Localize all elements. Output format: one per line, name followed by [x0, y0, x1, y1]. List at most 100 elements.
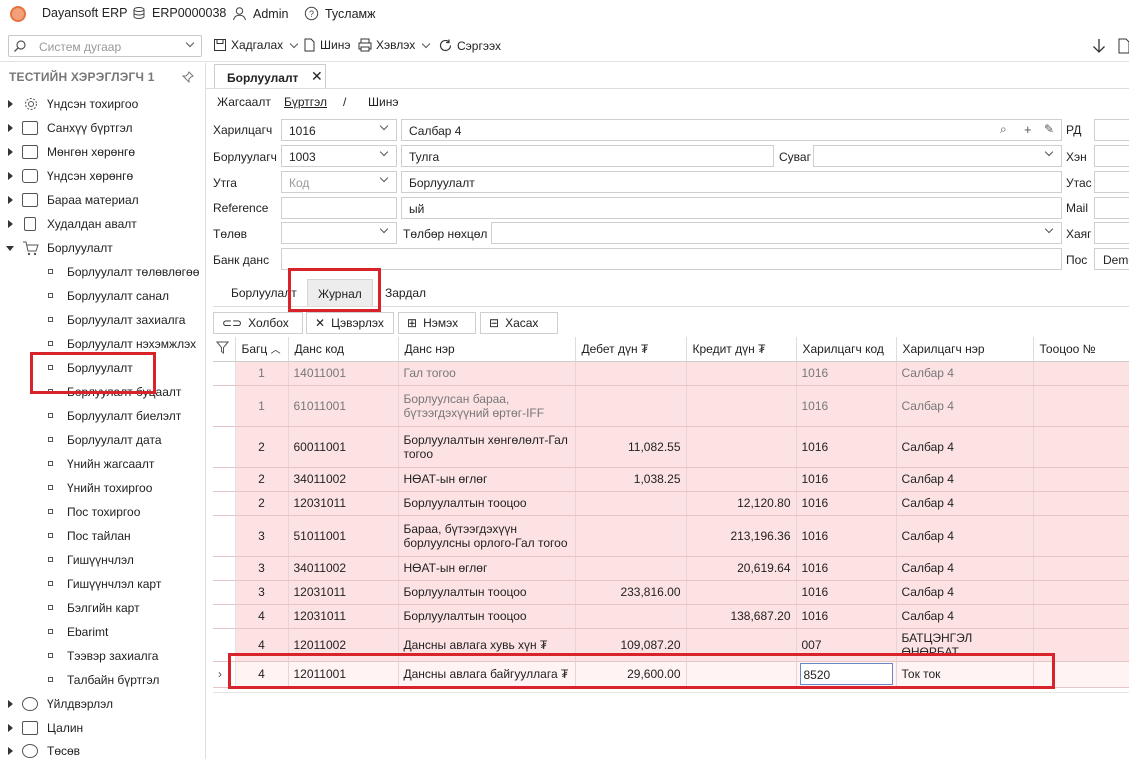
cell-customer-name[interactable]: Салбар 4 [896, 515, 1034, 557]
sidebar-subitem[interactable]: Ebarimt [0, 621, 108, 643]
table-row[interactable]: 2 34011002 НӨАТ-ын өглөг 1,038.25 1016 Салбар… [213, 467, 1129, 492]
row-indicator[interactable] [213, 467, 236, 492]
cell-account-code[interactable]: 61011001 [288, 385, 399, 427]
sidebar-subitem[interactable]: Борлуулалт төлөвлөгөө [0, 261, 199, 283]
subtab-expense[interactable]: Зардал [385, 286, 426, 300]
sidebar-subitem[interactable]: Үнийн жагсаалт [0, 453, 154, 475]
cell-customer-name[interactable]: Салбар 4 [896, 491, 1034, 516]
sidebar-subitem[interactable]: Борлуулалт дата [0, 429, 162, 451]
sidebar-subitem[interactable]: Бэлгийн карт [0, 597, 140, 619]
seller-code-select[interactable]: 1003 [281, 145, 397, 167]
cell-account-code[interactable]: 12031011 [288, 491, 399, 516]
khen-field[interactable] [1094, 145, 1129, 167]
sidebar-item-basic-settings[interactable]: Үндсэн тохиргоо [0, 93, 138, 115]
row-indicator[interactable]: › [213, 661, 236, 688]
cell-account-name[interactable]: Борлуулалтын тооцоо [398, 580, 576, 605]
cell-debit[interactable]: 233,816.00 [575, 580, 687, 605]
column-header-customer-code[interactable]: Харилцагч код [796, 337, 897, 362]
sidebar-subitem[interactable]: Талбайн бүртгэл [0, 669, 159, 691]
address-field[interactable] [1094, 222, 1129, 244]
chevron-down-icon[interactable] [421, 39, 431, 48]
table-row[interactable]: 2 60011001 Борлуулалтын хөнгөлөлт-Гал того… [213, 426, 1129, 468]
cell-account-name[interactable]: Борлуулалтын хөнгөлөлт-Гал тогоо [398, 426, 576, 468]
cell-customer-code[interactable]: 1016 [796, 604, 897, 629]
row-indicator[interactable] [213, 628, 236, 662]
sidebar-item-finance[interactable]: Санхүү бүртгэл [0, 117, 132, 139]
sidebar-item-production[interactable]: Үйлдвэрлэл [0, 693, 113, 715]
filter-cell[interactable] [213, 337, 236, 362]
sidebar-item-cash[interactable]: Мөнгөн хөрөнгө [0, 141, 135, 163]
chevron-down-icon[interactable] [289, 39, 299, 48]
row-indicator[interactable] [213, 491, 236, 516]
cell-account-name[interactable]: Дансны авлага хувь хүн ₮ [398, 628, 576, 662]
sidebar-subitem[interactable]: Борлуулалт [0, 357, 133, 379]
sidebar-subitem[interactable]: Гишүүнчлэл карт [0, 573, 161, 595]
user-menu[interactable]: Admin [232, 6, 288, 21]
cell-batch[interactable]: 1 [235, 361, 289, 386]
cell-account-name[interactable]: Дансны авлага байгууллага ₮ [398, 661, 576, 688]
breadcrumb-register[interactable]: Бүртгэл [284, 95, 327, 109]
save-button[interactable]: Хадгалах [213, 38, 299, 52]
payment-term-select[interactable] [491, 222, 1062, 244]
add-icon[interactable]: + [1024, 122, 1032, 137]
cell-settlement-no[interactable] [1033, 361, 1129, 386]
cell-batch[interactable]: 2 [235, 467, 289, 492]
sidebar-item-inventory[interactable]: Бараа материал [0, 189, 139, 211]
cell-credit[interactable] [686, 426, 797, 468]
link-button[interactable]: ⊂⊃ Холбох [213, 312, 303, 334]
cell-batch[interactable]: 4 [235, 628, 289, 662]
download-button[interactable] [1092, 38, 1106, 57]
clear-button[interactable]: ✕ Цэвэрлэх [306, 312, 394, 334]
customer-code-select[interactable]: 1016 [281, 119, 397, 141]
cell-customer-name[interactable]: Салбар 4 [896, 580, 1034, 605]
reference-code-field[interactable] [281, 197, 397, 219]
sidebar-subitem[interactable]: Пос тайлан [0, 525, 131, 547]
cell-settlement-no[interactable] [1033, 515, 1129, 557]
cell-account-code[interactable]: 12031011 [288, 580, 399, 605]
cell-credit[interactable] [686, 661, 797, 688]
sidebar-subitem[interactable]: Борлуулалт захиалга [0, 309, 185, 331]
cell-customer-code[interactable]: 1016 [796, 556, 897, 581]
cell-credit[interactable] [686, 467, 797, 492]
table-row[interactable]: 3 51011001 Бараа, бүтээгдэхүүн борлуулсны … [213, 515, 1129, 557]
cell-credit[interactable]: 138,687.20 [686, 604, 797, 629]
new-button[interactable]: Шинэ [303, 38, 350, 52]
row-indicator[interactable] [213, 385, 236, 427]
cell-settlement-no[interactable] [1033, 385, 1129, 427]
sidebar-subitem[interactable]: Борлуулалт санал [0, 285, 169, 307]
subtab-journal[interactable]: Журнал [307, 279, 373, 306]
cell-debit[interactable]: 29,600.00 [575, 661, 687, 688]
cell-customer-code[interactable]: 1016 [796, 491, 897, 516]
cell-batch[interactable]: 1 [235, 385, 289, 427]
cell-account-name[interactable]: НӨАТ-ын өглөг [398, 467, 576, 492]
column-header-account-code[interactable]: Данс код [288, 337, 399, 362]
sidebar-subitem[interactable]: Борлуулалт буцаалт [0, 381, 181, 403]
cell-account-code[interactable]: 51011001 [288, 515, 399, 557]
cell-account-code[interactable]: 34011002 [288, 467, 399, 492]
sidebar-item-payroll[interactable]: Цалин [0, 717, 83, 739]
cell-customer-code[interactable]: 1016 [796, 361, 897, 386]
row-indicator[interactable] [213, 361, 236, 386]
column-header-credit[interactable]: Кредит дүн ₮ [686, 337, 797, 362]
cell-settlement-no[interactable] [1033, 661, 1129, 688]
cell-settlement-no[interactable] [1033, 604, 1129, 629]
pos-select[interactable]: Demo [1094, 248, 1129, 270]
row-indicator[interactable] [213, 556, 236, 581]
cell-customer-name[interactable]: Салбар 4 [896, 385, 1034, 427]
refresh-button[interactable]: Сэргээх [438, 38, 501, 53]
cell-batch[interactable]: 3 [235, 580, 289, 605]
pin-icon[interactable] [181, 71, 194, 86]
cell-settlement-no[interactable] [1033, 580, 1129, 605]
row-indicator[interactable] [213, 580, 236, 605]
sidebar-subitem[interactable]: Гишүүнчлэл [0, 549, 134, 571]
row-indicator[interactable] [213, 515, 236, 557]
cell-account-name[interactable]: Борлуулсан бараа, бүтээгдэхүүний өртөг-I… [398, 385, 576, 427]
cell-batch[interactable]: 3 [235, 515, 289, 557]
print-button[interactable]: Хэвлэх [358, 38, 431, 52]
cell-account-code[interactable]: 12031011 [288, 604, 399, 629]
cell-settlement-no[interactable] [1033, 426, 1129, 468]
cell-debit[interactable] [575, 361, 687, 386]
cell-customer-code[interactable]: 1016 [796, 467, 897, 492]
status-select[interactable] [281, 222, 397, 244]
column-header-account-name[interactable]: Данс нэр [398, 337, 576, 362]
